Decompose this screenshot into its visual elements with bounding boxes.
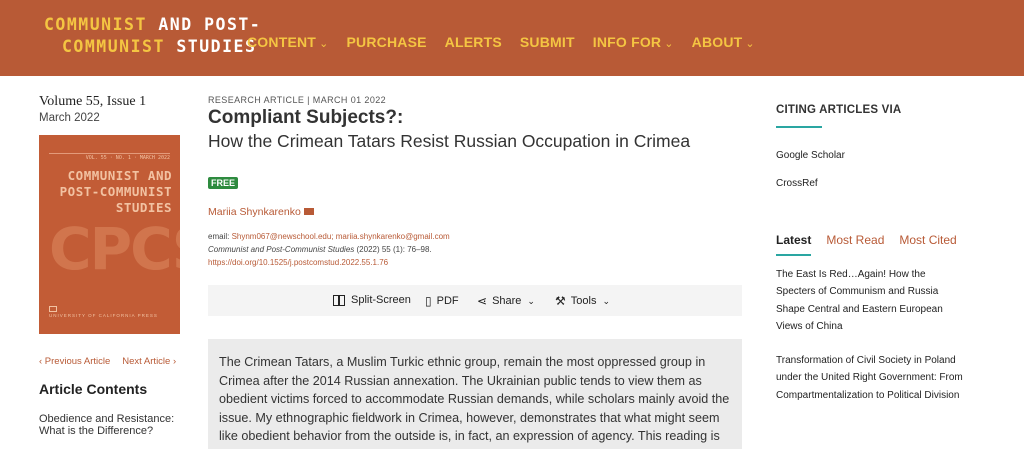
- citing-articles-heading: CITING ARTICLES VIA: [776, 104, 902, 116]
- chevron-down-icon: ⌄: [527, 295, 535, 306]
- nav-info-for[interactable]: INFO FOR ⌄: [593, 34, 674, 50]
- site-header: COMMUNIST AND POST- COMMUNIST STUDIES CO…: [0, 0, 1024, 76]
- article-title: Compliant Subjects?:: [208, 107, 404, 128]
- cover-meta: VOL. 55 · NO. 1 · MARCH 2022: [85, 155, 170, 161]
- main-nav: CONTENT ⌄ PURCHASE ALERTS SUBMIT INFO FOR…: [247, 34, 773, 50]
- issue-cover-image[interactable]: VOL. 55 · NO. 1 · MARCH 2022 CPCS COMMUN…: [39, 135, 180, 334]
- split-screen-label: Split-Screen: [351, 294, 411, 306]
- article-contents-heading: Article Contents: [39, 381, 148, 397]
- chevron-down-icon: ⌄: [602, 295, 610, 306]
- share-label: Share: [492, 295, 522, 307]
- nav-purchase[interactable]: PURCHASE: [346, 34, 426, 50]
- article-meta: email: Shynm067@newschool.edu; mariia.sh…: [208, 230, 450, 269]
- latest-article-link[interactable]: Transformation of Civil Society in Polan…: [776, 352, 966, 404]
- tab-most-read[interactable]: Most Read: [826, 233, 884, 247]
- publisher-logo-icon: [49, 306, 57, 312]
- cover-title: COMMUNIST AND POST-COMMUNIST STUDIES: [60, 168, 172, 216]
- nav-label: PURCHASE: [346, 34, 427, 50]
- pdf-button[interactable]: ▯ PDF: [425, 294, 459, 308]
- latest-article-link[interactable]: The East Is Red…Again! How the Specters …: [776, 266, 966, 336]
- contents-link[interactable]: Obedience and Resistance: What is the Di…: [39, 413, 189, 437]
- logo-text: STUDIES: [176, 37, 257, 56]
- split-screen-button[interactable]: Split-Screen: [333, 294, 411, 306]
- logo-text: AND POST-: [146, 15, 262, 34]
- nav-label: INFO FOR: [592, 34, 662, 50]
- email-links[interactable]: Shynm067@newschool.edu; mariia.shynkaren…: [232, 232, 450, 241]
- nav-alerts[interactable]: ALERTS: [445, 34, 502, 50]
- cover-rule: [49, 153, 170, 154]
- doi-link[interactable]: https://doi.org/10.1525/j.postcomstud.20…: [208, 256, 450, 269]
- article-type-date: RESEARCH ARTICLE | MARCH 01 2022: [208, 95, 387, 105]
- author-link[interactable]: Mariia Shynkarenko: [208, 206, 314, 218]
- article-subtitle: How the Crimean Tatars Resist Russian Oc…: [208, 131, 691, 151]
- nav-label: CONTENT: [247, 34, 317, 50]
- logo-text: COMMUNIST: [44, 15, 147, 34]
- pdf-icon: ▯: [425, 294, 432, 308]
- author-name: Mariia Shynkarenko: [208, 206, 301, 218]
- chevron-down-icon: ⌄: [664, 38, 674, 50]
- cover-monogram: CPCS: [49, 215, 180, 283]
- abstract-text: The Crimean Tatars, a Muslim Turkic ethn…: [208, 339, 742, 449]
- crossref-link[interactable]: CrossRef: [776, 178, 818, 189]
- tab-latest[interactable]: Latest: [776, 233, 812, 256]
- cover-title-line: STUDIES: [115, 200, 172, 215]
- free-badge: FREE: [208, 177, 239, 189]
- cover-title-line: POST-COMMUNIST: [59, 184, 172, 199]
- article-list-tabs: Latest Most Read Most Cited: [776, 233, 972, 256]
- google-scholar-link[interactable]: Google Scholar: [776, 150, 845, 161]
- nav-label: SUBMIT: [519, 34, 575, 50]
- next-article-link[interactable]: Next Article ›: [122, 356, 176, 367]
- tools-label: Tools: [570, 295, 597, 307]
- share-icon: ⋖: [477, 294, 488, 308]
- cover-title-line: COMMUNIST AND: [67, 168, 172, 183]
- previous-article-link[interactable]: ‹ Previous Article: [39, 356, 110, 367]
- chevron-down-icon: ⌄: [745, 38, 755, 50]
- issue-volume[interactable]: Volume 55, Issue 1: [39, 94, 146, 110]
- article-pager: ‹ Previous Article Next Article ›: [39, 356, 176, 367]
- nav-about[interactable]: ABOUT ⌄: [692, 34, 755, 50]
- tools-button[interactable]: ⚒ Tools ⌄: [555, 294, 610, 308]
- heading-underline: [776, 126, 822, 128]
- issue-date: March 2022: [39, 112, 100, 124]
- journal-logo[interactable]: COMMUNIST AND POST- COMMUNIST STUDIES: [44, 14, 261, 58]
- citation-text: (2022) 55 (1): 76–98.: [354, 245, 432, 254]
- article-toolbar: Split-Screen ▯ PDF ⋖ Share ⌄ ⚒ Tools ⌄: [208, 285, 742, 316]
- logo-text: COMMUNIST: [62, 37, 177, 56]
- cover-publisher: UNIVERSITY OF CALIFORNIA PRESS: [49, 313, 158, 318]
- nav-label: ALERTS: [444, 34, 502, 50]
- wrench-icon: ⚒: [555, 294, 566, 308]
- email-label: email:: [208, 232, 232, 241]
- chevron-down-icon: ⌄: [319, 38, 329, 50]
- journal-name: Communist and Post-Communist Studies: [208, 245, 355, 254]
- nav-label: ABOUT: [691, 34, 743, 50]
- nav-submit[interactable]: SUBMIT: [520, 34, 575, 50]
- tab-most-cited[interactable]: Most Cited: [899, 233, 956, 247]
- share-button[interactable]: ⋖ Share ⌄: [477, 294, 535, 308]
- envelope-icon: [303, 208, 314, 215]
- nav-content[interactable]: CONTENT ⌄: [247, 34, 328, 50]
- split-screen-icon: [333, 294, 345, 306]
- pdf-label: PDF: [436, 295, 459, 307]
